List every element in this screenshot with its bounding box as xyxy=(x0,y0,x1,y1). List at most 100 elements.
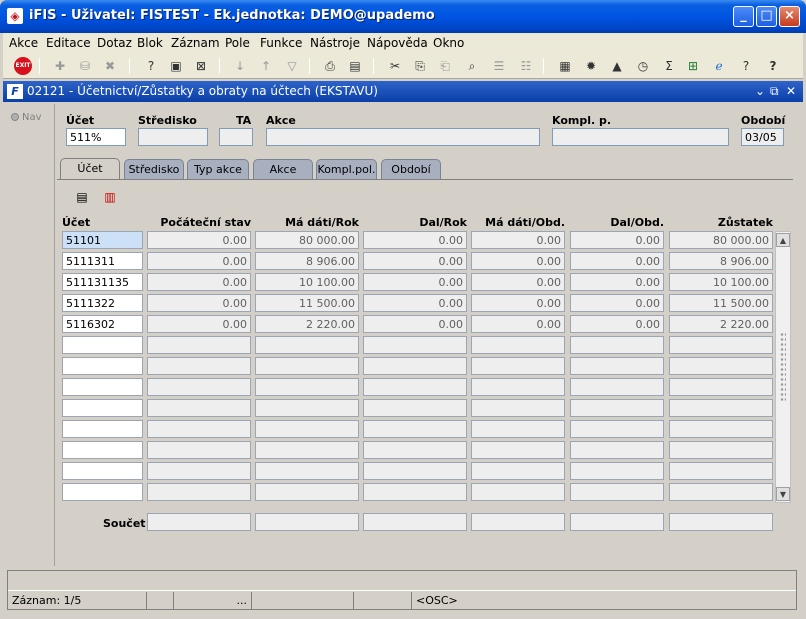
scroll-up-icon[interactable]: ▲ xyxy=(776,233,790,247)
grid-cell[interactable] xyxy=(363,357,467,375)
form-restore-icon[interactable]: ⧉ xyxy=(770,84,779,99)
cancel-query-icon[interactable]: ⊠ xyxy=(192,57,210,75)
grid-cell[interactable] xyxy=(669,483,773,501)
tab-kompl-pol[interactable]: Kompl.pol. xyxy=(316,159,377,179)
clock-icon[interactable]: ◷ xyxy=(634,57,652,75)
scroll-down-icon[interactable]: ▼ xyxy=(776,487,790,501)
grid-cell[interactable] xyxy=(471,357,565,375)
grid-cell[interactable]: 8 906.00 xyxy=(669,252,773,270)
grid-cell[interactable] xyxy=(363,399,467,417)
grid-cell[interactable]: 0.00 xyxy=(570,294,664,312)
grid-cell[interactable]: 0.00 xyxy=(363,294,467,312)
grid-cell[interactable] xyxy=(147,378,251,396)
cell-ucet[interactable]: 511131135 xyxy=(62,273,143,291)
menu-dotaz[interactable]: Dotaz xyxy=(97,36,132,50)
grid-cell[interactable]: 11 500.00 xyxy=(255,294,359,312)
grid-cell[interactable]: 0.00 xyxy=(363,231,467,249)
grid-cell[interactable]: 0.00 xyxy=(471,273,565,291)
grid-cell[interactable] xyxy=(669,378,773,396)
grid-cell[interactable] xyxy=(255,357,359,375)
grid-cell[interactable]: 0.00 xyxy=(570,231,664,249)
grid-cell[interactable]: 0.00 xyxy=(363,315,467,333)
grid-cell[interactable] xyxy=(255,420,359,438)
sum-icon[interactable]: Σ xyxy=(660,57,678,75)
excel-icon[interactable]: ⊞ xyxy=(684,57,702,75)
grid-cell[interactable]: 0.00 xyxy=(570,315,664,333)
grid-cell[interactable] xyxy=(570,357,664,375)
nav-toggle[interactable]: Nav xyxy=(11,112,42,123)
grid-cell[interactable]: 2 220.00 xyxy=(669,315,773,333)
grid-cell[interactable] xyxy=(471,336,565,354)
grid-cell[interactable]: 8 906.00 xyxy=(255,252,359,270)
grid-cell[interactable] xyxy=(570,336,664,354)
tab-akce[interactable]: Akce xyxy=(253,159,313,179)
grid-cell[interactable] xyxy=(471,399,565,417)
find-icon[interactable]: ⌕ xyxy=(463,57,481,75)
grid-cell[interactable]: 0.00 xyxy=(147,231,251,249)
menu-zaznam[interactable]: Záznam xyxy=(171,36,220,50)
tab-obdobi[interactable]: Období xyxy=(381,159,441,179)
cell-ucet[interactable] xyxy=(62,441,143,459)
tab-ucet[interactable]: Účet xyxy=(60,158,120,180)
cell-ucet[interactable] xyxy=(62,462,143,480)
grid-cell[interactable]: 0.00 xyxy=(147,294,251,312)
cell-ucet[interactable] xyxy=(62,336,143,354)
filter-icon[interactable]: ▽ xyxy=(283,57,301,75)
cell-ucet[interactable]: 5116302 xyxy=(62,315,143,333)
grid-cell[interactable] xyxy=(669,336,773,354)
tab-stredisko[interactable]: Středisko xyxy=(124,159,184,179)
cut-icon[interactable]: ✂ xyxy=(386,57,404,75)
menu-funkce[interactable]: Funkce xyxy=(260,36,302,50)
akce-input[interactable] xyxy=(266,128,540,146)
minimize-button[interactable]: _ xyxy=(733,6,754,27)
grid-cell[interactable] xyxy=(363,378,467,396)
grid-cell[interactable] xyxy=(471,378,565,396)
print-icon[interactable]: ⎙ xyxy=(321,57,339,75)
grid-cell[interactable] xyxy=(363,336,467,354)
grid-cell[interactable] xyxy=(147,357,251,375)
ta-input[interactable] xyxy=(219,128,253,146)
grid-cell[interactable] xyxy=(669,399,773,417)
grid-cell[interactable] xyxy=(570,399,664,417)
grid-cell[interactable] xyxy=(669,420,773,438)
grid-cell[interactable] xyxy=(363,420,467,438)
settings-icon[interactable]: ✹ xyxy=(582,57,600,75)
menu-nastroje[interactable]: Nástroje xyxy=(310,36,360,50)
cell-ucet[interactable]: 51101 xyxy=(62,231,143,249)
chart-icon[interactable]: ▲ xyxy=(608,57,626,75)
cell-ucet[interactable]: 5111322 xyxy=(62,294,143,312)
scroll-grip[interactable] xyxy=(780,332,786,402)
grid-cell[interactable] xyxy=(255,399,359,417)
insert-row-icon[interactable]: ☰ xyxy=(490,57,508,75)
grid-cell[interactable] xyxy=(669,462,773,480)
kompl-input[interactable] xyxy=(552,128,729,146)
grid-cell[interactable]: 2 220.00 xyxy=(255,315,359,333)
sort-asc-icon[interactable]: ↓ xyxy=(231,57,249,75)
menu-pole[interactable]: Pole xyxy=(225,36,250,50)
grid-cell[interactable] xyxy=(147,420,251,438)
grid-cell[interactable] xyxy=(570,441,664,459)
grid-cell[interactable] xyxy=(363,441,467,459)
print-preview-icon[interactable]: ▤ xyxy=(346,57,364,75)
grid-cell[interactable] xyxy=(147,399,251,417)
save-icon[interactable]: ⛁ xyxy=(76,57,94,75)
grid-cell[interactable]: 0.00 xyxy=(471,231,565,249)
grid-cell[interactable]: 0.00 xyxy=(471,315,565,333)
calculator-icon[interactable]: ▦ xyxy=(556,57,574,75)
grid-cell[interactable] xyxy=(363,483,467,501)
clear-icon[interactable]: ✖ xyxy=(101,57,119,75)
cell-ucet[interactable] xyxy=(62,378,143,396)
exit-icon[interactable]: EXIT xyxy=(14,57,32,75)
grid-cell[interactable]: 80 000.00 xyxy=(669,231,773,249)
cell-ucet[interactable] xyxy=(62,357,143,375)
grid-cell[interactable] xyxy=(147,336,251,354)
grid-cell[interactable] xyxy=(255,336,359,354)
cell-ucet[interactable]: 5111311 xyxy=(62,252,143,270)
grid-cell[interactable] xyxy=(147,462,251,480)
grid-cell[interactable]: 0.00 xyxy=(363,252,467,270)
grid-cell[interactable]: 0.00 xyxy=(363,273,467,291)
grid-cell[interactable] xyxy=(471,483,565,501)
grid-cell[interactable]: 80 000.00 xyxy=(255,231,359,249)
grid-scrollbar[interactable]: ▲ ▼ xyxy=(775,231,791,503)
grid-cell[interactable]: 0.00 xyxy=(147,252,251,270)
